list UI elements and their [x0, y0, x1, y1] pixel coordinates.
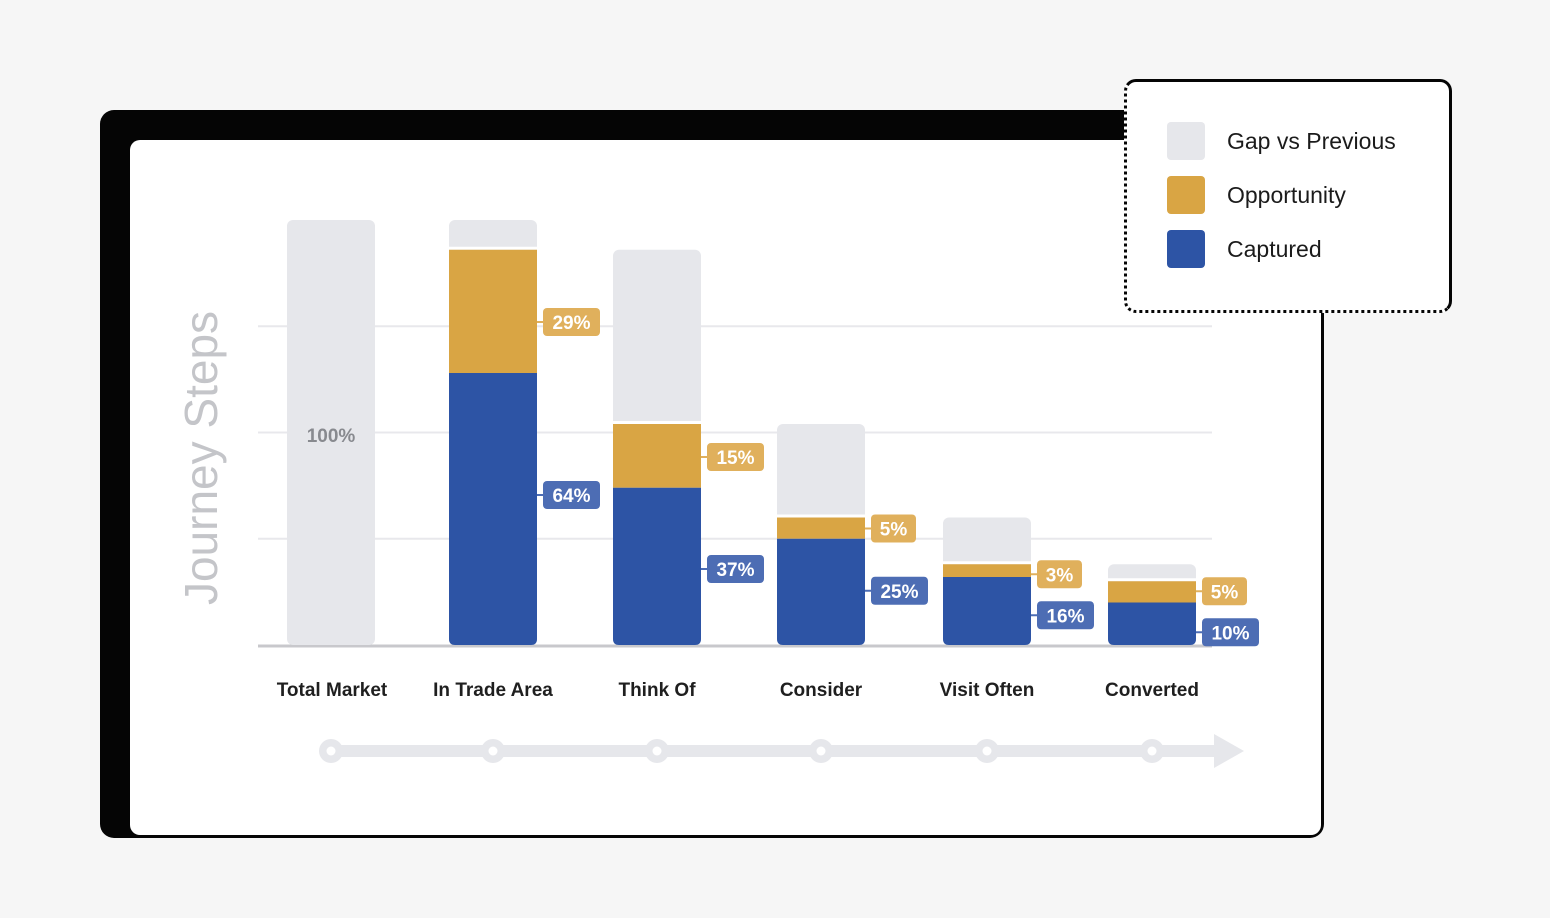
timeline-step-dot-center: [326, 746, 336, 756]
timeline-step-dot-center: [488, 746, 498, 756]
bar-separator: [613, 421, 701, 424]
category-label: Consider: [780, 680, 863, 701]
legend-item-captured: Captured: [1167, 230, 1322, 268]
bar-opportunity: [1108, 581, 1196, 603]
bar-opportunity: [777, 517, 865, 539]
bar-captured: [449, 373, 537, 645]
bar-captured: [1108, 602, 1196, 645]
data-label-total: 100%: [307, 426, 356, 447]
bar-captured: [613, 487, 701, 645]
category-label: Total Market: [277, 680, 388, 701]
data-label-opportunity: 5%: [880, 520, 908, 541]
bar-opportunity: [943, 564, 1031, 577]
category-labels: Total Market In Trade Area Think Of Conside…: [277, 680, 1199, 701]
data-label-captured: 37%: [716, 560, 754, 581]
category-label: Visit Often: [940, 680, 1035, 701]
data-label-opportunity: 15%: [716, 448, 754, 469]
timeline-step-dot-center: [982, 746, 992, 756]
data-label-opportunity: 5%: [1211, 582, 1239, 603]
category-label: In Trade Area: [433, 680, 553, 701]
y-axis-title: Journey Steps: [175, 311, 227, 605]
legend-item-opportunity: Opportunity: [1167, 176, 1346, 214]
timeline-step-dot-center: [652, 746, 662, 756]
legend-swatch-captured: [1167, 230, 1205, 268]
bar-opportunity: [613, 424, 701, 488]
legend-swatch-gap: [1167, 122, 1205, 160]
timeline-step-dot-center: [1147, 746, 1157, 756]
legend-item-gap: Gap vs Previous: [1167, 122, 1396, 160]
category-label: Think Of: [618, 680, 696, 701]
data-label-captured: 16%: [1046, 606, 1084, 627]
timeline-step-dot-center: [816, 746, 826, 756]
data-label-opportunity: 29%: [552, 313, 590, 334]
timeline-arrow-icon: [1214, 734, 1244, 768]
legend-label: Gap vs Previous: [1227, 127, 1396, 154]
legend: Gap vs Previous Opportunity Captured: [1124, 79, 1452, 313]
bar-opportunity: [449, 249, 537, 373]
data-label-captured: 64%: [552, 486, 590, 507]
bar-separator: [943, 561, 1031, 565]
bar-captured: [943, 577, 1031, 645]
legend-label: Captured: [1227, 235, 1322, 262]
data-label-opportunity: 3%: [1046, 565, 1074, 586]
legend-swatch-opportunity: [1167, 176, 1205, 214]
data-label-captured: 10%: [1211, 623, 1249, 644]
bar-separator: [1108, 578, 1196, 582]
bar-captured: [777, 538, 865, 645]
bar-separator: [449, 246, 537, 250]
data-label-captured: 25%: [880, 582, 918, 603]
bar-separator: [777, 514, 865, 518]
journey-timeline: [319, 734, 1244, 768]
gridlines: [258, 325, 1212, 648]
legend-label: Opportunity: [1227, 181, 1346, 208]
category-label: Converted: [1105, 680, 1199, 701]
